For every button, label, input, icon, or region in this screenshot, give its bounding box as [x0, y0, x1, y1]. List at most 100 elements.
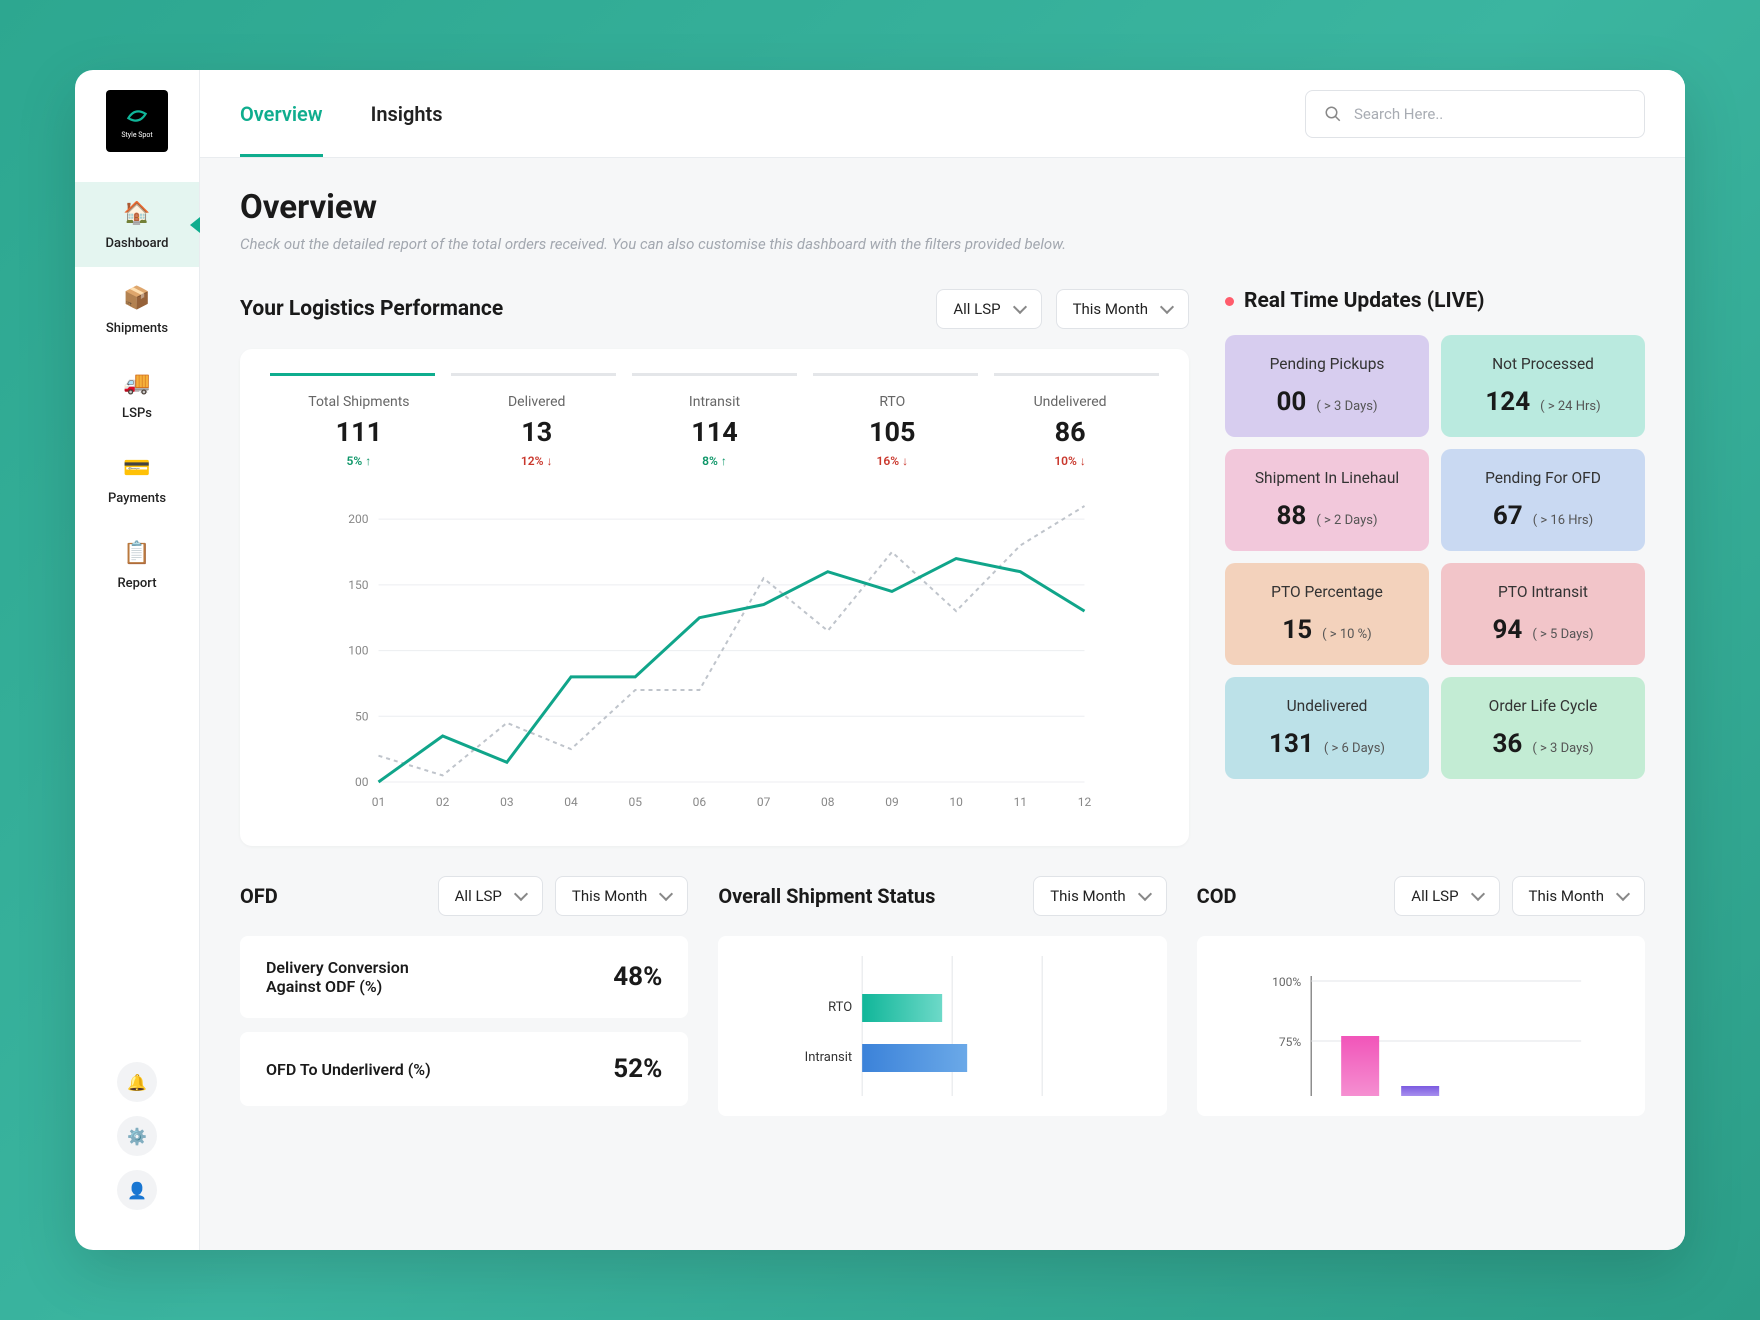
live-card[interactable]: Pending For OFD 67 ( > 16 Hrs) [1441, 449, 1645, 551]
profile-button[interactable]: 👤 [117, 1170, 157, 1210]
user-icon: 👤 [127, 1181, 147, 1200]
select-label: This Month [572, 887, 647, 905]
live-card[interactable]: Undelivered 131 ( > 6 Days) [1225, 677, 1429, 779]
live-card-note: ( > 3 Days) [1532, 741, 1593, 756]
bar-label-rto: RTO [828, 1000, 852, 1015]
tab-insights[interactable]: Insights [371, 72, 443, 156]
truck-icon: 🚚 [122, 368, 152, 398]
stat-tab-seg[interactable] [994, 373, 1159, 376]
chevron-down-icon [1138, 887, 1152, 901]
x-tick: 09 [885, 795, 899, 809]
sidebar-item-shipments[interactable]: 📦 Shipments [75, 267, 199, 352]
filter-lsp[interactable]: All LSP [936, 289, 1041, 329]
overall-filter-period[interactable]: This Month [1033, 876, 1166, 916]
chevron-down-icon [514, 887, 528, 901]
stat-tab-seg[interactable] [813, 373, 978, 376]
top-tabs: Overview Insights [240, 72, 443, 156]
page-subtitle: Check out the detailed report of the tot… [240, 235, 1645, 253]
live-card-title: Order Life Cycle [1459, 697, 1627, 715]
bar-label-intransit: Intransit [805, 1050, 853, 1065]
settings-button[interactable]: ⚙️ [117, 1116, 157, 1156]
metric-card: Delivery Conversion Against ODF (%) 48% [240, 936, 688, 1018]
x-tick: 08 [821, 795, 835, 809]
filter-period-label: This Month [1073, 300, 1148, 318]
performance-card: Total Shipments 111 5% ↑Delivered 13 12%… [240, 349, 1189, 846]
stat-label: Total Shipments [270, 394, 448, 410]
chevron-down-icon [1470, 887, 1484, 901]
live-indicator-icon [1225, 297, 1234, 306]
ofd-title: OFD [240, 884, 278, 908]
live-card-title: Undelivered [1243, 697, 1411, 715]
stat-value: 114 [626, 416, 804, 448]
cod-filter-lsp[interactable]: All LSP [1394, 876, 1499, 916]
live-card-title: PTO Percentage [1243, 583, 1411, 601]
search-icon [1324, 105, 1342, 123]
live-card-value: 15 [1282, 615, 1312, 645]
sidebar-item-report[interactable]: 📋 Report [75, 522, 199, 607]
stat-item[interactable]: Total Shipments 111 5% ↑ [270, 394, 448, 468]
cod-chart: 100% 75% [1197, 936, 1645, 1116]
search-input[interactable] [1354, 105, 1626, 123]
live-card[interactable]: Shipment In Linehaul 88 ( > 2 Days) [1225, 449, 1429, 551]
tab-overview[interactable]: Overview [240, 72, 323, 156]
live-card[interactable]: PTO Percentage 15 ( > 10 %) [1225, 563, 1429, 665]
live-card[interactable]: Pending Pickups 00 ( > 3 Days) [1225, 335, 1429, 437]
sidebar-item-label: LSPs [122, 406, 152, 421]
ofd-filter-lsp[interactable]: All LSP [438, 876, 543, 916]
x-tick: 05 [628, 795, 642, 809]
chevron-down-icon [659, 887, 673, 901]
filter-period[interactable]: This Month [1056, 289, 1189, 329]
live-card-note: ( > 16 Hrs) [1533, 513, 1593, 528]
overall-header: Overall Shipment Status This Month [718, 876, 1166, 916]
live-card[interactable]: PTO Intransit 94 ( > 5 Days) [1441, 563, 1645, 665]
live-card-note: ( > 24 Hrs) [1540, 399, 1600, 414]
live-card-value: 94 [1493, 615, 1523, 645]
x-tick: 01 [372, 795, 386, 809]
logo-icon [124, 103, 150, 129]
sidebar-item-label: Report [117, 576, 156, 591]
sidebar-item-dashboard[interactable]: 🏠 Dashboard [75, 182, 199, 267]
bar-chart-svg: RTO Intransit [738, 956, 1146, 1096]
stat-tab-seg[interactable] [270, 373, 435, 376]
live-card[interactable]: Not Processed 124 ( > 24 Hrs) [1441, 335, 1645, 437]
stat-item[interactable]: Undelivered 86 10% ↓ [981, 394, 1159, 468]
live-card-value: 124 [1485, 387, 1530, 417]
live-card-note: ( > 5 Days) [1532, 627, 1593, 642]
y-tick: 75% [1279, 1035, 1301, 1049]
app-shell: Style Spot 🏠 Dashboard 📦 Shipments 🚚 LSP… [75, 70, 1685, 1250]
search-field[interactable] [1305, 90, 1645, 138]
chevron-down-icon [1160, 300, 1174, 314]
notifications-button[interactable]: 🔔 [117, 1062, 157, 1102]
stat-label: RTO [803, 394, 981, 410]
live-card-note: ( > 3 Days) [1316, 399, 1377, 414]
live-card-value: 00 [1277, 387, 1307, 417]
stat-item[interactable]: RTO 105 16% ↓ [803, 394, 981, 468]
x-tick: 07 [757, 795, 771, 809]
overall-title: Overall Shipment Status [718, 884, 935, 908]
sidebar-item-label: Payments [108, 491, 166, 506]
metric-value: 52% [613, 1054, 662, 1084]
stats-row: Total Shipments 111 5% ↑Delivered 13 12%… [270, 394, 1159, 468]
sidebar: Style Spot 🏠 Dashboard 📦 Shipments 🚚 LSP… [75, 70, 200, 1250]
live-card-note: ( > 6 Days) [1324, 741, 1385, 756]
stat-item[interactable]: Intransit 114 8% ↑ [626, 394, 804, 468]
metric-label: OFD To Underliverd (%) [266, 1060, 431, 1079]
stat-tab-seg[interactable] [632, 373, 797, 376]
cod-filter-period[interactable]: This Month [1512, 876, 1645, 916]
sidebar-item-payments[interactable]: 💳 Payments [75, 437, 199, 522]
ofd-filter-period[interactable]: This Month [555, 876, 688, 916]
performance-chart: 0050100150200010203040506070809101112 [270, 496, 1159, 816]
layout-row: Your Logistics Performance All LSP This … [240, 289, 1645, 846]
select-label: This Month [1050, 887, 1125, 905]
x-tick: 11 [1014, 795, 1027, 809]
stat-tab-seg[interactable] [451, 373, 616, 376]
metric-label: Delivery Conversion Against ODF (%) [266, 958, 466, 996]
y-tick: 100 [348, 644, 368, 658]
brand-logo: Style Spot [106, 90, 168, 152]
live-card[interactable]: Order Life Cycle 36 ( > 3 Days) [1441, 677, 1645, 779]
sidebar-item-lsps[interactable]: 🚚 LSPs [75, 352, 199, 437]
performance-filters: All LSP This Month [936, 289, 1189, 329]
stat-item[interactable]: Delivered 13 12% ↓ [448, 394, 626, 468]
y-tick: 200 [348, 512, 368, 526]
series-current [379, 559, 1085, 782]
